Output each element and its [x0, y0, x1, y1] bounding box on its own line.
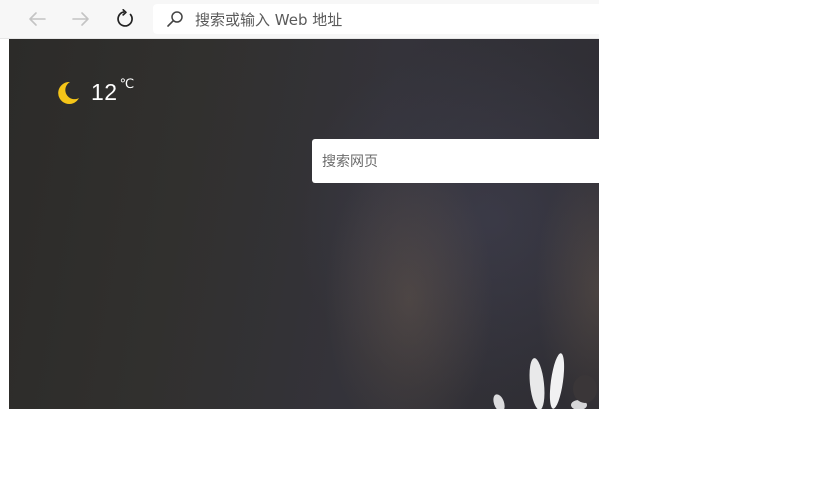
forward-button[interactable]	[66, 4, 96, 34]
weather-unit: ℃	[119, 77, 135, 92]
moon-icon	[58, 81, 79, 104]
web-search-box[interactable]: 搜索网页	[312, 139, 599, 183]
reload-icon	[117, 9, 133, 27]
browser-window: 搜索或输入 Web 地址 12 ℃ 搜索网页	[0, 0, 599, 409]
background-flowers	[493, 353, 597, 409]
arrow-right-icon	[72, 12, 89, 26]
web-search-placeholder: 搜索网页	[322, 154, 378, 170]
back-button[interactable]	[22, 4, 52, 34]
weather-temperature: 12	[91, 79, 118, 105]
address-bar[interactable]: 搜索或输入 Web 地址	[153, 4, 599, 34]
reload-button[interactable]	[110, 4, 140, 34]
arrow-left-icon	[29, 12, 46, 26]
browser-toolbar: 搜索或输入 Web 地址	[0, 0, 599, 39]
search-icon	[165, 9, 185, 29]
address-placeholder: 搜索或输入 Web 地址	[195, 10, 343, 29]
weather-widget[interactable]: 12 ℃	[55, 77, 135, 106]
new-tab-page: 12 ℃ 搜索网页	[9, 39, 599, 409]
